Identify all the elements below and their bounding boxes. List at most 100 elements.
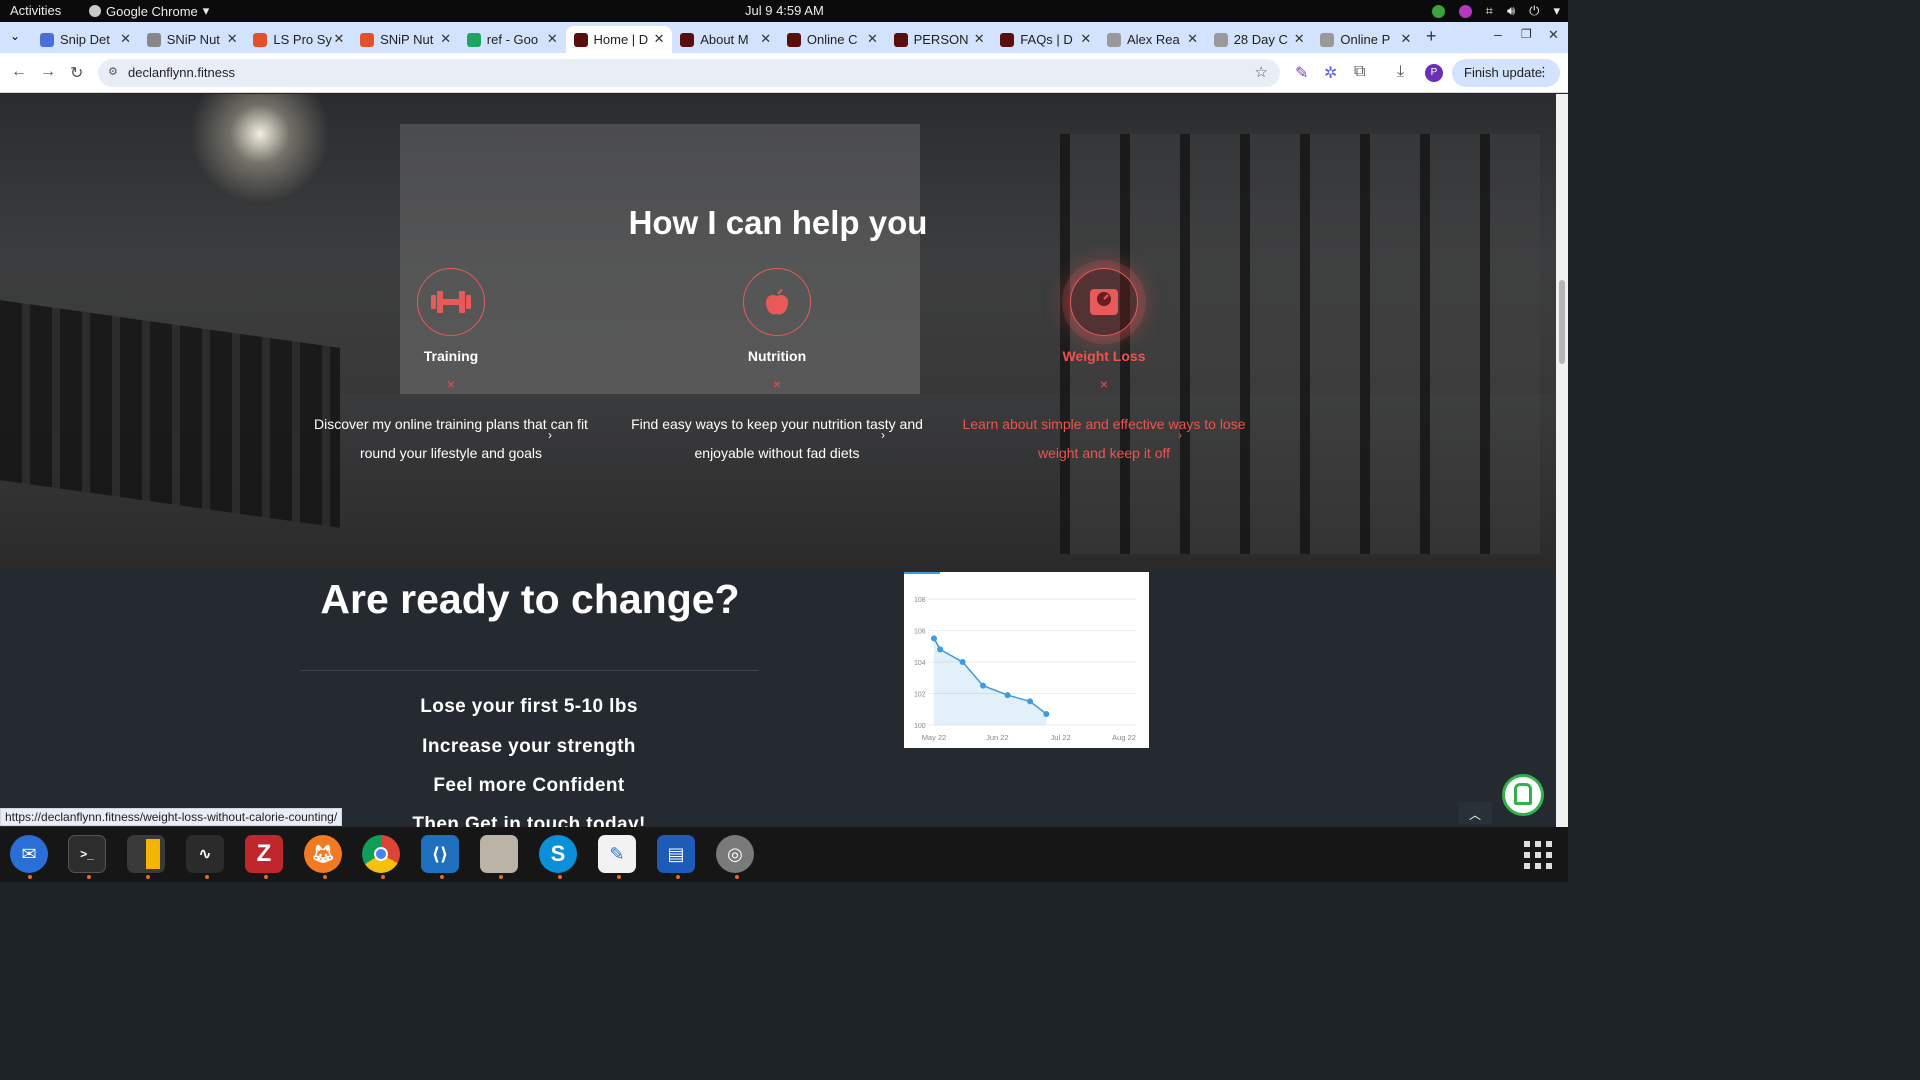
close-tab-icon[interactable]: ✕ (1080, 31, 1091, 47)
tab[interactable]: Online P ✕ (1312, 26, 1418, 53)
back-to-top-button[interactable]: ︿ (1458, 802, 1492, 824)
tab-title: PERSON (913, 32, 969, 47)
chart-y-tick-label: 106 (914, 629, 926, 636)
tab[interactable]: Online C ✕ (779, 26, 885, 53)
dock-thunderbird-icon[interactable]: ✉ (10, 835, 48, 873)
show-apps-icon[interactable] (1524, 841, 1552, 869)
tab[interactable]: 28 Day C ✕ (1206, 26, 1312, 53)
dock-writer-icon[interactable]: ▤ (657, 835, 695, 873)
forward-icon[interactable]: → (40, 63, 56, 81)
tab-favicon-icon (40, 32, 54, 47)
tab-title: LS Pro Sy (273, 32, 332, 47)
close-tab-icon[interactable]: ✕ (440, 31, 451, 47)
address-bar[interactable]: ⚙ declanflynn.fitness ☆ (98, 59, 1280, 87)
dock-disk-icon[interactable]: ◎ (716, 835, 754, 873)
app-menu[interactable]: Google Chrome ▾ (89, 3, 209, 19)
chevron-down-icon[interactable]: ▾ (1553, 3, 1560, 19)
page-scrollbar[interactable] (1556, 94, 1568, 827)
close-tab-icon[interactable]: ✕ (867, 31, 878, 47)
tab[interactable]: Alex Rea ✕ (1099, 26, 1205, 53)
dock-system-monitor-icon[interactable]: ∿ (186, 835, 224, 873)
tab[interactable]: Snip Det ✕ (32, 26, 138, 53)
profile-avatar[interactable]: P (1425, 64, 1443, 82)
close-tab-icon[interactable]: ✕ (333, 31, 344, 47)
update-icon[interactable] (1431, 4, 1445, 18)
clock[interactable]: Jul 9 4:59 AM (745, 3, 824, 18)
dock-skype-icon[interactable]: S (539, 835, 577, 873)
tab[interactable]: ref - Goo ✕ (459, 26, 565, 53)
minimize-icon[interactable]: – (1494, 26, 1502, 42)
service-training[interactable]: Training × Discover my online training p… (301, 268, 601, 468)
services-title: How I can help you (628, 204, 928, 241)
extensions-icon[interactable]: ⧉ (1354, 63, 1365, 81)
scale-icon[interactable] (1070, 268, 1138, 336)
bookmark-star-icon[interactable]: ☆ (1255, 63, 1268, 81)
dock-chrome-icon[interactable] (362, 835, 400, 873)
activities-button[interactable]: Activities (10, 3, 61, 18)
service-description[interactable]: Learn about simple and effective ways to… (954, 410, 1254, 468)
close-tab-icon[interactable]: ✕ (760, 31, 771, 47)
dock-firefox-icon[interactable]: 🦊︎ (304, 835, 342, 873)
dock-files-icon[interactable] (480, 835, 518, 873)
close-tab-icon[interactable]: ✕ (974, 31, 985, 47)
tab[interactable]: PERSON ✕ (886, 26, 992, 53)
volume-icon[interactable]: 🔊︎ (1507, 3, 1515, 19)
service-name[interactable]: Training (301, 348, 601, 364)
back-icon[interactable]: ← (11, 63, 27, 81)
tab-title: Snip Det (60, 32, 110, 47)
service-description[interactable]: Discover my online training plans that c… (301, 410, 601, 468)
link-status-bubble: https://declanflynn.fitness/weight-loss-… (0, 808, 343, 826)
service-nutrition[interactable]: Nutrition × Find easy ways to keep your … (627, 268, 927, 468)
apple-icon[interactable] (743, 268, 811, 336)
dock-filezilla-icon[interactable]: Z (245, 835, 283, 873)
tab-favicon-icon (893, 32, 908, 47)
tab-favicon-icon (1320, 32, 1335, 47)
service-name[interactable]: Nutrition (627, 348, 927, 364)
scrollbar-thumb[interactable] (1559, 280, 1565, 364)
chat-widget-button[interactable] (1502, 774, 1544, 816)
dock-terminal-icon[interactable]: >_ (68, 835, 106, 873)
service-name[interactable]: Weight Loss (954, 348, 1254, 364)
chevron-right-icon[interactable]: › (881, 428, 885, 442)
site-info-icon[interactable]: ⚙ (108, 65, 118, 78)
close-tab-icon[interactable]: ✕ (1187, 31, 1198, 47)
dock-text-editor-icon[interactable]: ✎ (598, 835, 636, 873)
tab[interactable]: About M ✕ (672, 26, 778, 53)
close-window-icon[interactable]: ✕ (1548, 27, 1559, 43)
power-icon[interactable]: ⏻ (1529, 3, 1539, 19)
chevron-right-icon[interactable]: › (548, 428, 552, 442)
tab[interactable]: FAQs | D ✕ (992, 26, 1098, 53)
puzzle-extension-icon[interactable]: ✲ (1324, 63, 1337, 83)
dumbbell-icon[interactable] (417, 268, 485, 336)
system-tray[interactable]: ⌗ 🔊︎ ⏻ ▾ (1431, 3, 1560, 19)
system-top-bar: Activities Google Chrome ▾ Jul 9 4:59 AM… (0, 0, 1568, 22)
tab[interactable]: LS Pro Sy ✕ (245, 26, 351, 53)
tab[interactable]: SNiP Nut ✕ (139, 26, 245, 53)
dock-calculator-icon[interactable] (127, 835, 165, 873)
chart-data-point (1027, 698, 1034, 705)
download-icon[interactable]: ⤓ (1397, 63, 1404, 81)
cta-title: Are ready to change? (320, 576, 740, 622)
chevron-right-icon[interactable]: › (1178, 428, 1182, 442)
tab[interactable]: Home | D ✕ (565, 26, 672, 53)
reload-icon[interactable]: ↻ (70, 63, 83, 83)
cta-item: Lose your first 5-10 lbs (420, 696, 638, 717)
close-tab-icon[interactable]: ✕ (547, 31, 558, 47)
network-icon[interactable]: ⌗ (1486, 3, 1493, 19)
new-tab-icon[interactable]: + (1426, 26, 1437, 47)
close-tab-icon[interactable]: ✕ (227, 31, 238, 47)
extension-icon[interactable] (1458, 4, 1472, 18)
close-tab-icon[interactable]: ✕ (120, 31, 131, 47)
tab-search-icon[interactable]: ⌄ (10, 29, 20, 43)
dock-vscode-icon[interactable]: ⟨⟩ (421, 835, 459, 873)
close-tab-icon[interactable]: ✕ (654, 31, 665, 47)
tab-favicon-icon (680, 32, 695, 47)
restore-icon[interactable]: ❐ (1521, 27, 1532, 41)
tab[interactable]: SNiP Nut ✕ (352, 26, 458, 53)
close-tab-icon[interactable]: ✕ (1400, 31, 1411, 47)
finish-update-button[interactable]: Finish update ⋮ (1452, 59, 1560, 87)
tab-title: Online P (1340, 32, 1391, 47)
close-tab-icon[interactable]: ✕ (1294, 31, 1305, 47)
service-weight-loss[interactable]: Weight Loss × Learn about simple and eff… (954, 268, 1254, 468)
pen-extension-icon[interactable]: ✎ (1295, 63, 1308, 83)
